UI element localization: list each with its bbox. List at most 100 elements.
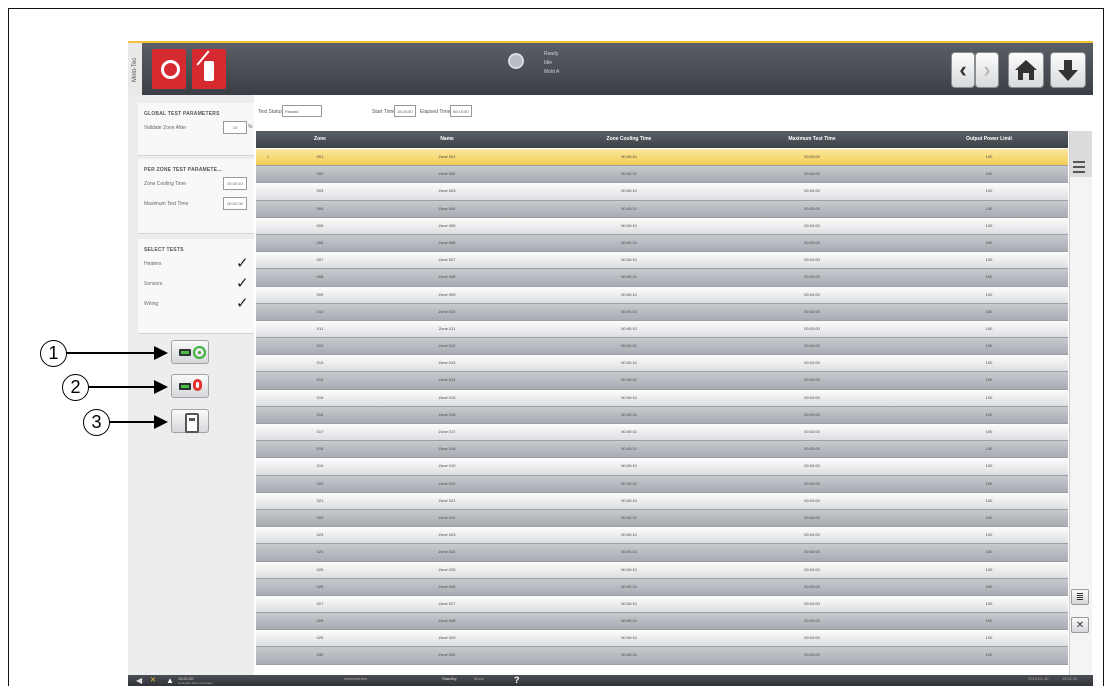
validate-input[interactable]: 15 bbox=[223, 121, 247, 134]
report-button[interactable] bbox=[171, 409, 209, 433]
status-line-1: Ready bbox=[544, 51, 559, 57]
select-tests-title: SELECT TESTS bbox=[144, 247, 184, 253]
table-row[interactable]: 011 Zone 011 00:00:10 00:02:00 100 bbox=[256, 320, 1068, 339]
cell-max: 00:02:00 bbox=[804, 549, 820, 555]
start-test-button[interactable] bbox=[171, 340, 209, 364]
table-row[interactable]: 015 Zone 015 00:00:10 00:02:00 100 bbox=[256, 389, 1068, 407]
cell-name: Zone 012 bbox=[438, 343, 456, 349]
table-row[interactable]: 022 Zone 022 00:00:10 00:02:00 100 bbox=[256, 509, 1068, 528]
home-button[interactable] bbox=[1008, 52, 1044, 88]
list-icon[interactable]: ≣ bbox=[1071, 589, 1089, 605]
heaters-checkbox[interactable]: ✓ bbox=[236, 254, 249, 272]
close-icon[interactable]: ✕ bbox=[1071, 617, 1089, 633]
col-zone-cooling-time[interactable]: Zone Cooling Time bbox=[607, 136, 652, 142]
cooling-time-input[interactable]: 00:00:10 bbox=[223, 177, 247, 190]
col-output-power-limit[interactable]: Output Power Limit bbox=[966, 136, 1012, 142]
table-row[interactable]: 012 Zone 012 00:00:10 00:02:00 100 bbox=[256, 338, 1068, 356]
table-row[interactable]: 007 Zone 007 00:00:10 00:02:00 100 bbox=[256, 252, 1068, 270]
table-row[interactable]: 014 Zone 014 00:00:10 00:02:00 100 bbox=[256, 372, 1068, 390]
cell-zone: 011 bbox=[316, 325, 324, 331]
table-row[interactable]: 028 Zone 028 00:00:10 00:02:00 100 bbox=[256, 613, 1068, 631]
cell-max: 00:02:00 bbox=[804, 239, 820, 245]
sensors-checkbox[interactable]: ✓ bbox=[236, 274, 249, 292]
cell-max: 00:02:00 bbox=[804, 618, 820, 624]
cell-power: 100 bbox=[985, 618, 993, 624]
cell-name: Zone 002 bbox=[438, 171, 456, 177]
cell-power: 100 bbox=[985, 274, 993, 280]
global-parameters-title: GLOBAL TEST PARAMETERS bbox=[144, 111, 220, 117]
cell-name: Zone 017 bbox=[438, 429, 456, 434]
cell-cooling: 00:00:10 bbox=[621, 205, 637, 211]
cell-zone: 009 bbox=[316, 291, 324, 297]
header-status-text: Ready Idle Mold A bbox=[544, 50, 559, 77]
back-button[interactable]: ‹ bbox=[951, 52, 975, 88]
cell-max: 00:02:00 bbox=[804, 394, 820, 400]
table-row[interactable]: 020 Zone 020 00:00:10 00:02:00 100 bbox=[256, 475, 1068, 493]
start-time-field: 15:20:00 bbox=[394, 105, 416, 117]
table-row[interactable]: 018 Zone 018 00:00:10 00:02:00 100 bbox=[256, 441, 1068, 459]
menu-icon[interactable] bbox=[1073, 161, 1085, 173]
table-row[interactable]: 025 Zone 025 00:00:10 00:02:00 100 bbox=[256, 561, 1068, 579]
cell-zone: 008 bbox=[316, 274, 324, 280]
table-row[interactable]: ✓ 001 Zone 001 00:00:10 00:02:00 100 bbox=[256, 149, 1068, 167]
side-tab[interactable]: Mold-Tec bbox=[128, 43, 142, 97]
cell-name: Zone 021 bbox=[438, 497, 456, 503]
heater-off-icon[interactable] bbox=[192, 49, 226, 89]
table-row[interactable]: 009 Zone 009 00:00:10 00:02:00 100 bbox=[256, 286, 1068, 304]
cell-power: 100 bbox=[985, 532, 993, 538]
help-icon[interactable]: ? bbox=[514, 675, 520, 686]
table-row[interactable]: 006 Zone 006 00:00:10 00:02:00 100 bbox=[256, 234, 1068, 253]
cell-zone: 010 bbox=[316, 308, 324, 314]
user-text[interactable]: Administrator bbox=[344, 676, 368, 681]
warning-x-icon[interactable]: ✕ bbox=[150, 675, 156, 686]
table-row[interactable]: 030 Zone 030 00:00:10 00:02:00 100 bbox=[256, 647, 1068, 665]
table-row[interactable]: 024 Zone 024 00:00:10 00:02:00 100 bbox=[256, 544, 1068, 562]
cell-power: 100 bbox=[985, 377, 993, 383]
cell-cooling: 00:00:10 bbox=[621, 618, 637, 624]
cell-zone: 007 bbox=[316, 257, 324, 263]
cell-power: 100 bbox=[985, 222, 993, 228]
download-button[interactable] bbox=[1050, 52, 1086, 88]
mode-label[interactable]: Standby bbox=[442, 676, 457, 681]
battery-icon bbox=[179, 349, 191, 356]
table-row[interactable]: 017 Zone 017 00:00:10 00:02:00 100 bbox=[256, 424, 1068, 442]
table-row[interactable]: 013 Zone 013 00:00:10 00:02:00 100 bbox=[256, 355, 1068, 373]
test-wiring-label: Wiring bbox=[144, 301, 159, 307]
table-row[interactable]: 004 Zone 004 00:00:10 00:02:00 100 bbox=[256, 200, 1068, 218]
table-row[interactable]: 027 Zone 027 00:00:10 00:02:00 100 bbox=[256, 595, 1068, 614]
global-parameters-card: GLOBAL TEST PARAMETERS Validate Zone Aft… bbox=[138, 103, 254, 156]
table-row[interactable]: 023 Zone 023 00:00:10 00:02:00 100 bbox=[256, 527, 1068, 545]
alarm-icon[interactable]: ▲ bbox=[166, 675, 174, 686]
cell-power: 100 bbox=[985, 343, 993, 349]
table-row[interactable]: 021 Zone 021 00:00:10 00:02:00 100 bbox=[256, 492, 1068, 510]
stop-icon bbox=[193, 379, 202, 391]
table-row[interactable]: 016 Zone 016 00:00:10 00:02:00 100 bbox=[256, 406, 1068, 424]
col-maximum-test-time[interactable]: Maximum Test Time bbox=[788, 136, 835, 142]
cell-max: 00:02:00 bbox=[804, 188, 820, 194]
cell-name: Zone 014 bbox=[438, 377, 456, 383]
table-row[interactable]: 005 Zone 005 00:00:10 00:02:00 100 bbox=[256, 217, 1068, 235]
stop-test-button[interactable] bbox=[171, 374, 209, 398]
cell-name: Zone 028 bbox=[438, 618, 456, 624]
cell-zone: 005 bbox=[316, 222, 324, 228]
col-name[interactable]: Name bbox=[440, 136, 454, 142]
wiring-checkbox[interactable]: ✓ bbox=[236, 294, 249, 312]
forward-button[interactable]: › bbox=[975, 52, 999, 88]
cell-name: Zone 001 bbox=[438, 154, 456, 159]
table-row[interactable]: 002 Zone 002 00:00:10 00:02:00 100 bbox=[256, 166, 1068, 184]
test-sensors-row: Sensors ✓ bbox=[138, 273, 254, 293]
table-row[interactable]: 029 Zone 029 00:00:10 00:02:00 100 bbox=[256, 630, 1068, 648]
main-menu-icon[interactable] bbox=[152, 49, 186, 89]
col-zone[interactable]: Zone bbox=[314, 136, 326, 142]
max-test-time-row: Maximum Test Time 00:02:00 bbox=[138, 193, 254, 213]
max-test-time-input[interactable]: 00:02:00 bbox=[223, 197, 247, 210]
cell-zone: 017 bbox=[316, 429, 324, 434]
table-row[interactable]: 010 Zone 010 00:00:10 00:02:00 100 bbox=[256, 303, 1068, 321]
cell-name: Zone 004 bbox=[438, 205, 456, 211]
speaker-icon[interactable]: ◀ bbox=[136, 675, 142, 686]
table-row[interactable]: 008 Zone 008 00:00:10 00:02:00 100 bbox=[256, 269, 1068, 287]
table-row[interactable]: 019 Zone 019 00:00:10 00:02:00 100 bbox=[256, 458, 1068, 476]
per-zone-parameters-card: PER ZONE TEST PARAMETE... Zone Cooling T… bbox=[138, 159, 254, 234]
table-row[interactable]: 003 Zone 003 00:00:10 00:02:00 100 bbox=[256, 183, 1068, 201]
table-row[interactable]: 026 Zone 026 00:00:10 00:02:00 100 bbox=[256, 578, 1068, 596]
